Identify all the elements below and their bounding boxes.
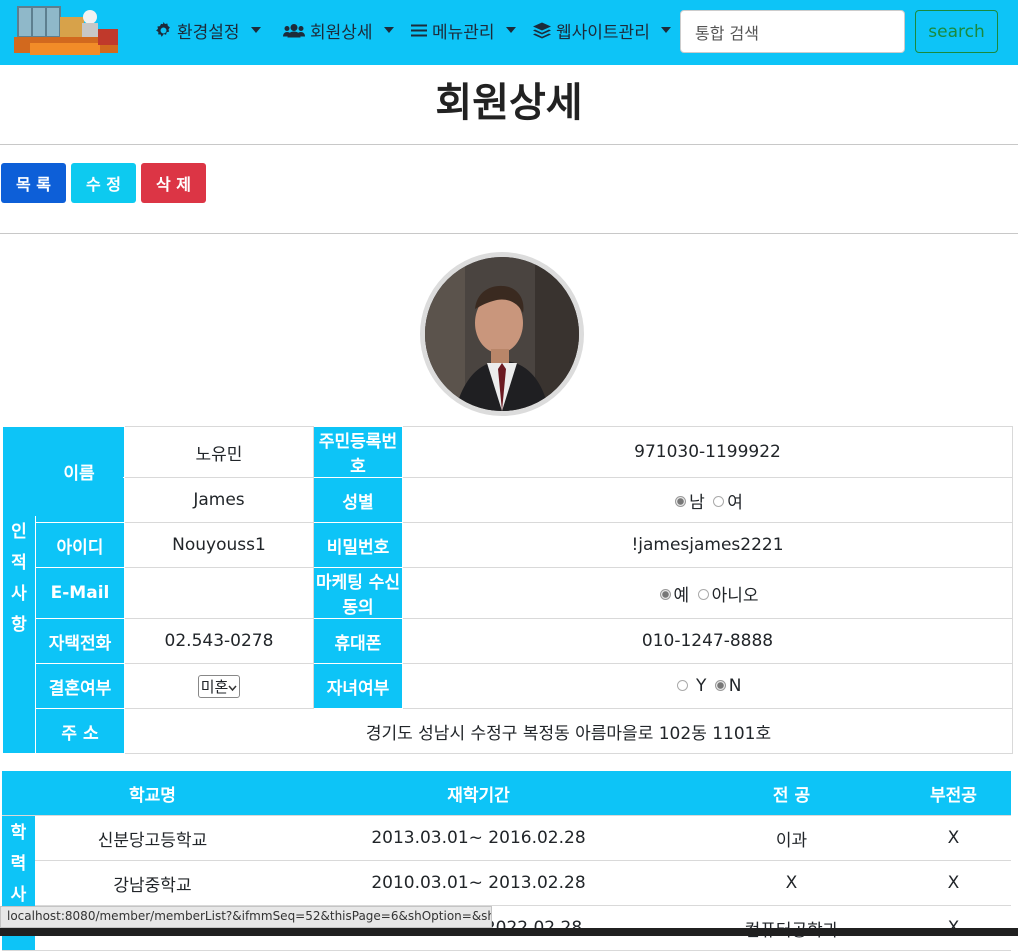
children-yes-label: Y [695,676,707,696]
column-header: 전 공 [687,771,896,816]
table-row: 영 어 James 성별 남 여 [3,477,1013,523]
mobile-label: 휴대폰 [313,618,403,664]
nav-menu-management[interactable]: 메뉴관리 [411,18,516,43]
school-period: 2010.03.01~ 2013.02.28 [270,860,687,906]
nav-menu-management-label: 메뉴관리 [432,22,495,43]
table-header-row: 학교명 재학기간 전 공 부전공 [2,771,1011,816]
gender-female-label: 여 [727,492,743,513]
nav-member-detail-label: 회원상세 [310,22,373,43]
list-button[interactable]: 목 록 [1,163,66,203]
table-row: 아이디 Nouyouss1 비밀번호 !jamesjames2221 [3,522,1013,568]
married-select[interactable]: 미혼 [197,674,241,698]
school-name: 강남중학교 [35,860,270,906]
search-input[interactable]: 통합 검색 [680,10,905,53]
profile-photo [425,257,579,411]
top-navbar: 환경설정 회원상세 메뉴관리 웹사이트관리 통합 검색 search [0,0,1018,65]
edit-button[interactable]: 수 정 [71,163,136,203]
marketing-no-radio[interactable] [697,589,709,600]
email-value [124,567,314,619]
school-major: X [687,860,896,906]
table-row: 자택전화 02.543-0278 휴대폰 010-1247-8888 [3,618,1013,664]
column-header: 재학기간 [270,771,687,816]
mobile-value: 010-1247-8888 [402,618,1013,664]
table-row: 학력사항 신분당고등학교 2013.03.01~ 2016.02.28 이과 X [2,815,1011,951]
chevron-down-icon [660,27,671,33]
os-taskbar [0,928,1018,936]
name-label: 이름 [35,427,123,516]
school-minor: X [896,815,1011,861]
avatar [420,252,584,416]
id-value: Nouyouss1 [124,522,314,568]
chevron-down-icon [505,27,516,33]
children-no-radio[interactable] [714,679,726,691]
table-row: 강남중학교 2010.03.01~ 2013.02.28 X X [2,860,1011,906]
chevron-down-icon [383,27,394,33]
column-header: 부전공 [896,771,1011,816]
gender-male-label: 남 [689,492,705,513]
table-row: 주 소 경기도 성남시 수정구 복정동 아름마을로 102동 1101호 [3,708,1013,754]
nav-settings[interactable]: 환경설정 [155,18,261,43]
rrn-value: 971030-1199922 [402,426,1013,478]
school-major: 이과 [687,815,896,861]
nav-settings-label: 환경설정 [177,22,240,43]
divider [0,233,1018,234]
table-row: 인적사항 이름 한 글 노유민 주민등록번호 971030-1199922 [2,426,1013,754]
nav-website-management-label: 웹사이트관리 [556,22,650,43]
marketing-radios: 예 아니오 [402,567,1013,619]
table-row: 결혼여부 미혼 자녀여부 Y N [3,663,1013,709]
chevron-down-icon [228,685,237,691]
site-logo[interactable] [10,3,122,59]
address-value: 경기도 성남시 수정구 복정동 아름마을로 102동 1101호 [124,708,1013,754]
chevron-down-icon [250,27,261,33]
marketing-no-label: 아니오 [711,585,759,606]
marketing-yes-radio[interactable] [659,589,671,600]
gender-label: 성별 [313,477,403,523]
rrn-label: 주민등록번호 [313,426,403,478]
personal-info-table: 인적사항 이름 한 글 노유민 주민등록번호 971030-1199922 영 … [2,426,1013,754]
nav-member-detail[interactable]: 회원상세 [283,18,394,43]
children-radios: Y N [402,663,1013,709]
korean-name-value: 노유민 [124,426,314,478]
school-name: 신분당고등학교 [35,815,270,861]
personal-section-label: 인적사항 [2,426,36,754]
school-period: 2013.03.01~ 2016.02.28 [270,815,687,861]
married-label: 결혼여부 [35,663,125,709]
gender-female-radio[interactable] [713,496,725,507]
layers-icon [533,22,551,38]
divider [0,144,1018,145]
page-title: 회원상세 [435,80,583,126]
browser-status-url: localhost:8080/member/memberList?&ifmmSe… [0,906,492,928]
bars-icon [411,24,427,36]
address-label: 주 소 [35,708,125,754]
gender-male-radio[interactable] [675,496,687,507]
home-phone-label: 자택전화 [35,618,125,664]
gender-radios: 남 여 [402,477,1013,523]
id-label: 아이디 [35,522,125,568]
users-icon [283,23,305,37]
married-cell: 미혼 [124,663,314,709]
delete-button[interactable]: 삭 제 [141,163,206,203]
table-row: E-Mail 마케팅 수신동의 예 아니오 [3,567,1013,619]
children-yes-radio[interactable] [676,679,688,691]
search-button[interactable]: search [915,10,998,53]
home-phone-value: 02.543-0278 [124,618,314,664]
marketing-yes-label: 예 [673,585,690,606]
email-label: E-Mail [35,567,125,619]
gear-icon [156,21,170,37]
children-no-label: N [728,676,742,696]
school-minor: X [896,860,1011,906]
nav-website-management[interactable]: 웹사이트관리 [533,18,671,43]
column-header: 학교명 [35,771,270,816]
password-value: !jamesjames2221 [402,522,1013,568]
english-name-value: James [124,477,314,523]
children-label: 자녀여부 [313,663,403,709]
marketing-label: 마케팅 수신동의 [313,567,403,619]
password-label: 비밀번호 [313,522,403,568]
